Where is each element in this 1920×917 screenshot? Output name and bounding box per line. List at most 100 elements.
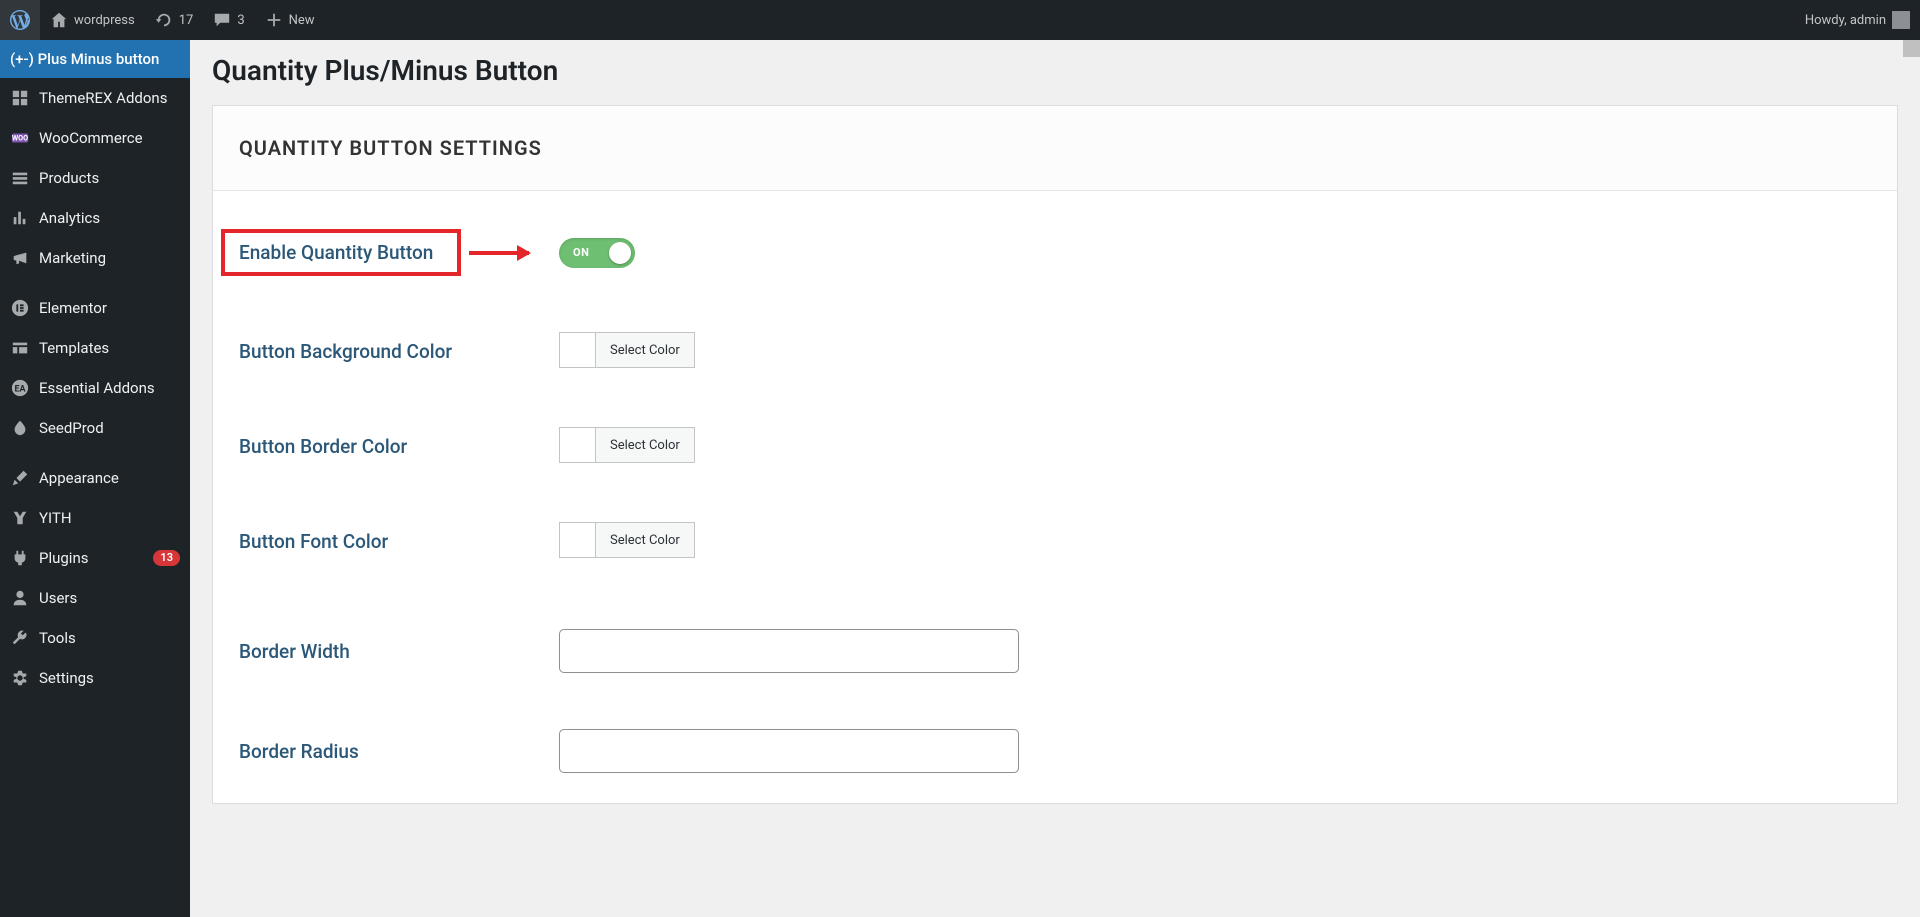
sidebar-item-label: Settings	[39, 669, 180, 687]
sidebar-separator	[0, 278, 190, 288]
user-icon	[10, 588, 30, 608]
comment-icon	[213, 11, 231, 29]
sidebar-item-products[interactable]: Products	[0, 158, 190, 198]
sidebar-item-label: Templates	[39, 339, 180, 357]
content-area: Quantity Plus/Minus Button QUANTITY BUTT…	[190, 40, 1920, 917]
toggle-knob	[609, 242, 631, 264]
sidebar-item-essential-addons[interactable]: EA Essential Addons	[0, 368, 190, 408]
essential-addons-icon: EA	[10, 378, 30, 398]
font-color-picker[interactable]: Select Color	[559, 522, 695, 558]
seedprod-icon	[10, 418, 30, 438]
sidebar-item-marketing[interactable]: Marketing	[0, 238, 190, 278]
control-enable-quantity: ON	[559, 238, 1871, 268]
admin-bar-right: Howdy, admin	[1795, 0, 1920, 40]
settings-panel: QUANTITY BUTTON SETTINGS Enable Quantity…	[212, 105, 1898, 804]
sidebar-item-label: ThemeREX Addons	[39, 89, 180, 107]
sidebar-item-label: Users	[39, 589, 180, 607]
updates-link[interactable]: 17	[145, 0, 204, 40]
admin-sidebar: (+-) Plus Minus button ThemeREX Addons W…	[0, 40, 190, 917]
control-font-color: Select Color	[559, 522, 1871, 561]
admin-bar-left: wordpress 17 3 New	[0, 0, 325, 40]
svg-text:EA: EA	[14, 385, 26, 395]
howdy-text: Howdy, admin	[1805, 13, 1886, 28]
page-title: Quantity Plus/Minus Button	[190, 40, 1920, 105]
label-font-color: Button Font Color	[239, 530, 559, 553]
templates-icon	[10, 338, 30, 358]
control-border-width	[559, 629, 1871, 673]
my-account-link[interactable]: Howdy, admin	[1795, 0, 1920, 40]
settings-heading: QUANTITY BUTTON SETTINGS	[213, 106, 1897, 191]
comments-count: 3	[237, 13, 244, 28]
megaphone-icon	[10, 248, 30, 268]
home-icon	[50, 11, 68, 29]
updates-count: 17	[179, 13, 194, 28]
elementor-icon	[10, 298, 30, 318]
border-width-input[interactable]	[559, 629, 1019, 673]
svg-text:WOO: WOO	[12, 134, 28, 143]
sidebar-item-appearance[interactable]: Appearance	[0, 458, 190, 498]
row-border-radius: Border Radius	[239, 701, 1871, 773]
scrollbar-up-button[interactable]	[1903, 40, 1920, 57]
bg-color-picker[interactable]: Select Color	[559, 332, 695, 368]
new-content-text: New	[289, 13, 315, 28]
row-border-width: Border Width	[239, 589, 1871, 701]
sidebar-item-label: Analytics	[39, 209, 180, 227]
sidebar-item-tools[interactable]: Tools	[0, 618, 190, 658]
yith-icon	[10, 508, 30, 528]
color-swatch	[560, 333, 596, 367]
control-bg-color: Select Color	[559, 332, 1871, 371]
products-icon	[10, 168, 30, 188]
label-border-width: Border Width	[239, 640, 559, 663]
admin-bar: wordpress 17 3 New Howdy, admin	[0, 0, 1920, 40]
wp-logo-menu[interactable]	[0, 0, 40, 40]
enable-quantity-toggle[interactable]: ON	[559, 238, 635, 268]
sidebar-item-label: (+-) Plus Minus button	[10, 50, 180, 68]
site-name-link[interactable]: wordpress	[40, 0, 145, 40]
sidebar-item-settings[interactable]: Settings	[0, 658, 190, 698]
sidebar-item-label: SeedProd	[39, 419, 180, 437]
woocommerce-icon: WOO	[10, 128, 30, 148]
color-swatch	[560, 523, 596, 557]
comments-link[interactable]: 3	[203, 0, 254, 40]
sidebar-item-label: YITH	[39, 509, 180, 527]
sidebar-item-seedprod[interactable]: SeedProd	[0, 408, 190, 448]
settings-icon	[10, 668, 30, 688]
grid-icon	[10, 88, 30, 108]
border-radius-input[interactable]	[559, 729, 1019, 773]
select-color-button[interactable]: Select Color	[596, 428, 694, 462]
label-border-radius: Border Radius	[239, 740, 559, 763]
label-enable-quantity: Enable Quantity Button	[239, 241, 433, 264]
select-color-button[interactable]: Select Color	[596, 333, 694, 367]
sidebar-item-elementor[interactable]: Elementor	[0, 288, 190, 328]
sidebar-item-analytics[interactable]: Analytics	[0, 198, 190, 238]
sidebar-item-label: Marketing	[39, 249, 180, 267]
control-border-color: Select Color	[559, 427, 1871, 466]
select-color-button[interactable]: Select Color	[596, 523, 694, 557]
sidebar-item-plugins[interactable]: Plugins 13	[0, 538, 190, 578]
sidebar-item-yith[interactable]: YITH	[0, 498, 190, 538]
control-border-radius	[559, 729, 1871, 773]
brush-icon	[10, 468, 30, 488]
border-color-picker[interactable]: Select Color	[559, 427, 695, 463]
analytics-icon	[10, 208, 30, 228]
sidebar-item-templates[interactable]: Templates	[0, 328, 190, 368]
new-content-link[interactable]: New	[255, 0, 325, 40]
sidebar-item-plus-minus[interactable]: (+-) Plus Minus button	[0, 40, 190, 78]
sidebar-item-themerex[interactable]: ThemeREX Addons	[0, 78, 190, 118]
sidebar-separator	[0, 448, 190, 458]
annotation-arrow	[469, 251, 529, 255]
settings-body: Enable Quantity Button ON	[213, 191, 1897, 803]
sidebar-item-users[interactable]: Users	[0, 578, 190, 618]
label-bg-color: Button Background Color	[239, 340, 559, 363]
site-name-text: wordpress	[74, 13, 135, 28]
row-border-color: Button Border Color Select Color	[239, 399, 1871, 494]
label-border-color: Button Border Color	[239, 435, 559, 458]
plugin-update-badge: 13	[153, 550, 180, 565]
annotation-highlight-box: Enable Quantity Button	[221, 229, 461, 276]
plugin-icon	[10, 548, 30, 568]
color-swatch	[560, 428, 596, 462]
sidebar-item-label: Plugins	[39, 549, 144, 567]
refresh-icon	[155, 11, 173, 29]
row-font-color: Button Font Color Select Color	[239, 494, 1871, 589]
sidebar-item-woocommerce[interactable]: WOO WooCommerce	[0, 118, 190, 158]
